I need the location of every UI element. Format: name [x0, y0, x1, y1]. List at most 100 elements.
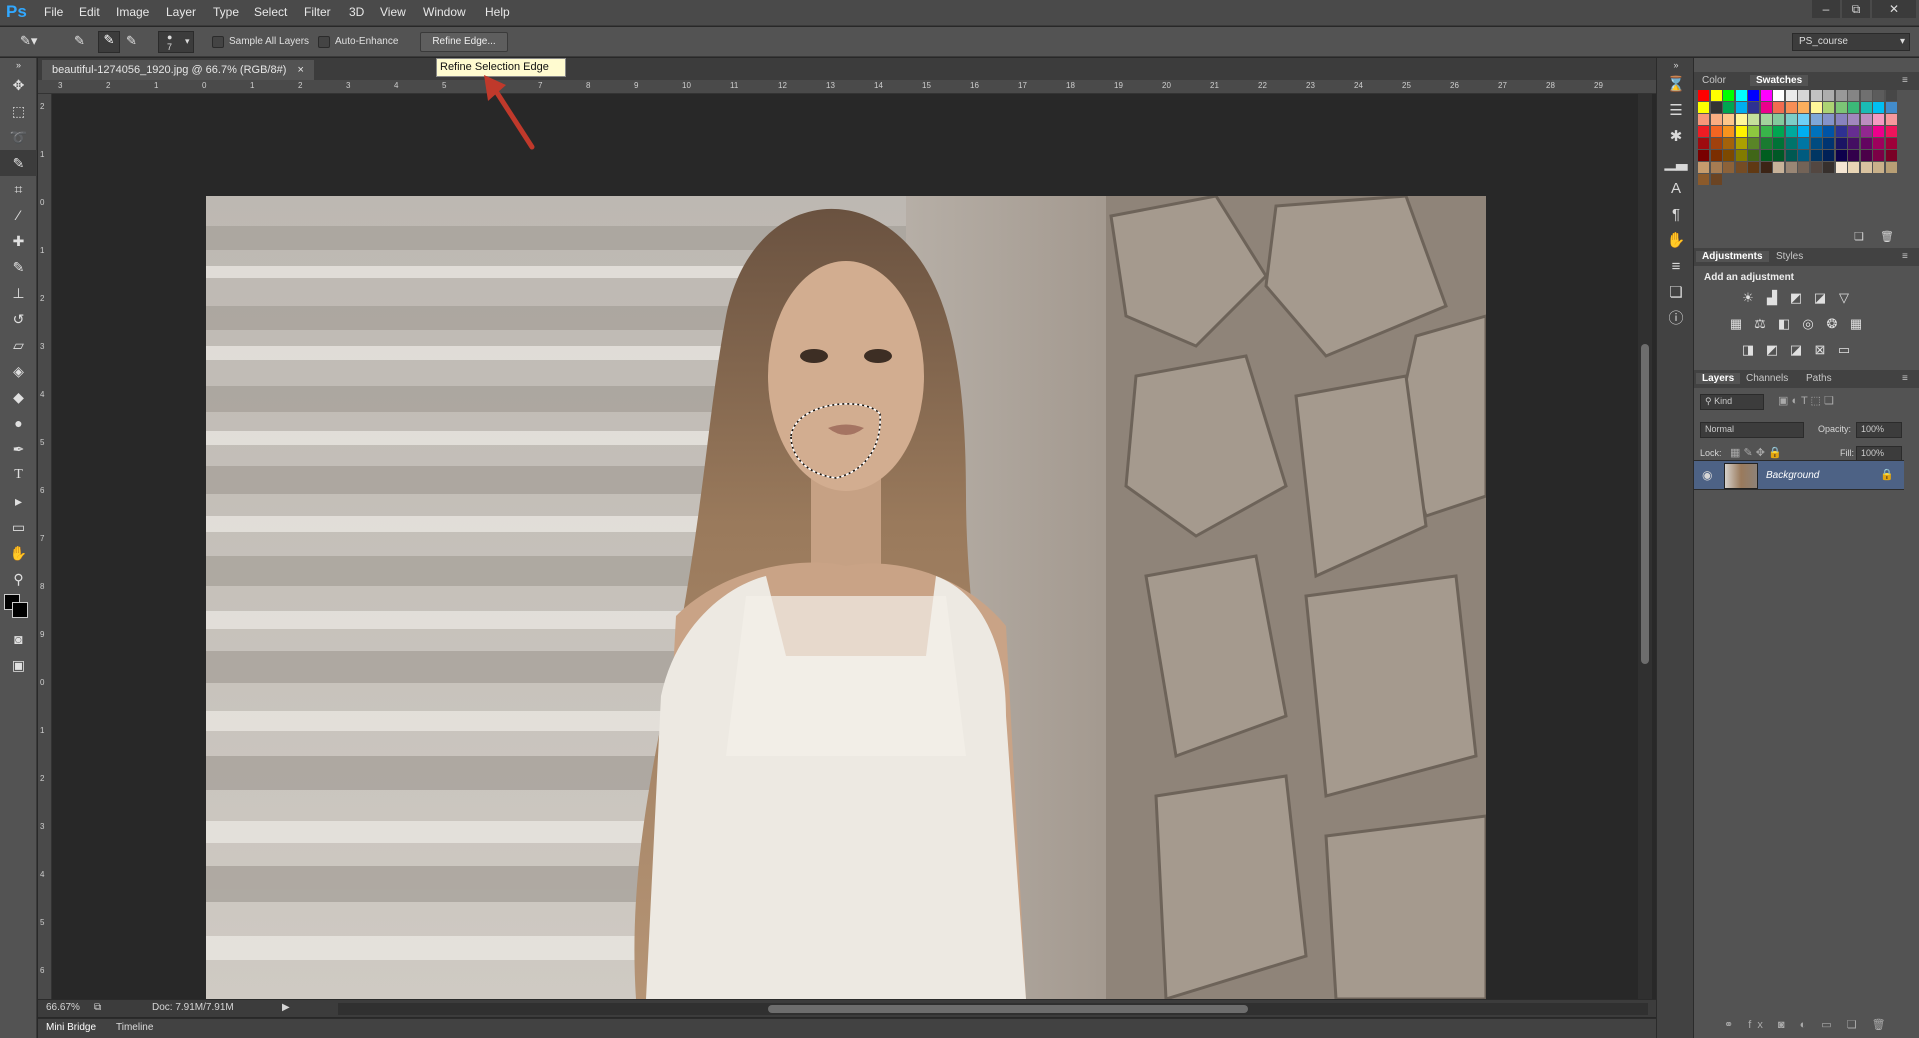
clone-stamp-tool-icon[interactable]: ⊥	[0, 280, 37, 306]
auto-enhance-checkbox[interactable]	[318, 36, 330, 48]
swatch[interactable]	[1885, 102, 1897, 113]
swatch[interactable]	[1723, 162, 1734, 173]
screen-mode-icon[interactable]: ▣	[0, 652, 37, 678]
swatch[interactable]	[1710, 138, 1722, 149]
brush-size-picker[interactable]: ● 7 ▾	[158, 31, 194, 53]
swatch[interactable]	[1760, 126, 1772, 137]
collapse-icon[interactable]: »	[1657, 58, 1695, 72]
swatch[interactable]	[1860, 162, 1872, 173]
swatch[interactable]	[1860, 90, 1872, 101]
swatch[interactable]	[1710, 102, 1722, 113]
hand-tool-icon[interactable]: ✋	[0, 540, 37, 566]
swatch[interactable]	[1723, 150, 1734, 161]
swatch[interactable]	[1698, 114, 1709, 125]
swatch[interactable]	[1860, 138, 1872, 149]
swatch[interactable]	[1860, 114, 1872, 125]
swatch[interactable]	[1798, 102, 1809, 113]
swatch[interactable]	[1785, 126, 1797, 137]
move-tool-icon[interactable]: ✥	[0, 72, 37, 98]
background-color-icon[interactable]	[12, 602, 28, 618]
new-selection-brush-icon[interactable]: ✎	[74, 33, 92, 51]
quick-selection-tool-icon[interactable]: ✎	[0, 150, 37, 176]
filter-icons[interactable]: ▣ ◐ T ⬚ ❏	[1778, 394, 1834, 407]
swatch[interactable]	[1810, 90, 1822, 101]
restore-button[interactable]: ⧉	[1842, 0, 1870, 18]
document-canvas[interactable]	[52, 94, 1638, 999]
brush-settings-icon[interactable]: ✱	[1657, 124, 1695, 150]
swatch[interactable]	[1848, 126, 1859, 137]
vibrance-icon[interactable]: ▽	[1834, 288, 1854, 308]
swatch[interactable]	[1810, 150, 1822, 161]
swatch[interactable]	[1735, 102, 1747, 113]
menu-select[interactable]: Select	[254, 5, 287, 19]
swatch[interactable]	[1885, 126, 1897, 137]
swatch[interactable]	[1785, 162, 1797, 173]
swatch[interactable]	[1785, 90, 1797, 101]
swatch[interactable]	[1710, 90, 1722, 101]
tool-preset-icon[interactable]: ✎▾	[20, 33, 56, 51]
menu-image[interactable]: Image	[116, 5, 149, 19]
swatch[interactable]	[1848, 102, 1859, 113]
swatch[interactable]	[1735, 150, 1747, 161]
swatch[interactable]	[1810, 138, 1822, 149]
swatch[interactable]	[1848, 138, 1859, 149]
dodge-tool-icon[interactable]: ●	[0, 410, 37, 436]
document-tab[interactable]: beautiful-1274056_1920.jpg @ 66.7% (RGB/…	[42, 60, 314, 80]
swatch[interactable]	[1873, 90, 1884, 101]
swatch[interactable]	[1723, 90, 1734, 101]
zoom-level[interactable]: 66.67%	[46, 1002, 80, 1013]
refine-edge-button[interactable]: Refine Edge...	[420, 32, 508, 52]
eyedropper-tool-icon[interactable]: ⁄	[0, 202, 37, 228]
close-window-button[interactable]: ✕	[1872, 0, 1916, 18]
swatch[interactable]	[1735, 114, 1747, 125]
swatch[interactable]	[1773, 162, 1784, 173]
invert-icon[interactable]: ◨	[1738, 340, 1758, 360]
paint-bucket-tool-icon[interactable]: ◈	[0, 358, 37, 384]
tab-swatches[interactable]: Swatches	[1750, 75, 1809, 86]
swatch[interactable]	[1873, 162, 1884, 173]
posterize-icon[interactable]: ◩	[1762, 340, 1782, 360]
swatch[interactable]	[1823, 150, 1834, 161]
swatch[interactable]	[1698, 126, 1709, 137]
opacity-field[interactable]: 100%	[1856, 422, 1902, 438]
info-icon[interactable]: ⓘ	[1657, 306, 1695, 332]
color-swatches[interactable]	[0, 592, 37, 626]
swatch[interactable]	[1698, 90, 1709, 101]
properties-icon[interactable]: ≡	[1657, 254, 1695, 280]
tab-color[interactable]: Color	[1702, 75, 1726, 86]
crop-tool-icon[interactable]: ⌗	[0, 176, 37, 202]
channel-mixer-icon[interactable]: ❂	[1822, 314, 1842, 334]
swatch[interactable]	[1748, 126, 1759, 137]
swatch[interactable]	[1798, 90, 1809, 101]
actions-icon[interactable]: ☰	[1657, 98, 1695, 124]
swatch[interactable]	[1760, 90, 1772, 101]
collapse-icon[interactable]: »	[0, 58, 37, 72]
new-swatch-icon[interactable]: ❏	[1854, 230, 1864, 243]
healing-brush-tool-icon[interactable]: ✚	[0, 228, 37, 254]
swatch[interactable]	[1735, 138, 1747, 149]
zoom-tool-icon[interactable]: ⚲	[0, 566, 37, 592]
gradient-map-icon[interactable]: ▭	[1834, 340, 1854, 360]
workspace-select[interactable]: PS_course ▾	[1792, 33, 1910, 51]
swatch[interactable]	[1698, 138, 1709, 149]
swatch[interactable]	[1785, 138, 1797, 149]
swatch[interactable]	[1860, 126, 1872, 137]
tab-layers[interactable]: Layers	[1696, 373, 1741, 384]
histogram-icon[interactable]: ▁▃	[1657, 150, 1695, 176]
swatch[interactable]	[1748, 162, 1759, 173]
menu-filter[interactable]: Filter	[304, 5, 331, 19]
swatch[interactable]	[1823, 90, 1834, 101]
swatch[interactable]	[1810, 102, 1822, 113]
black-white-icon[interactable]: ◧	[1774, 314, 1794, 334]
marquee-tool-icon[interactable]: ⬚	[0, 98, 37, 124]
close-icon[interactable]: ×	[297, 64, 303, 76]
history-icon[interactable]: ⌛	[1657, 72, 1695, 98]
menu-layer[interactable]: Layer	[166, 5, 196, 19]
swatch[interactable]	[1723, 114, 1734, 125]
delete-icon[interactable]: 🗑	[1880, 230, 1894, 243]
lasso-tool-icon[interactable]: ➰	[0, 124, 37, 150]
panel-menu-icon[interactable]: ≡	[1902, 75, 1908, 86]
swatch[interactable]	[1835, 150, 1847, 161]
swatch[interactable]	[1773, 150, 1784, 161]
swatch[interactable]	[1698, 102, 1709, 113]
